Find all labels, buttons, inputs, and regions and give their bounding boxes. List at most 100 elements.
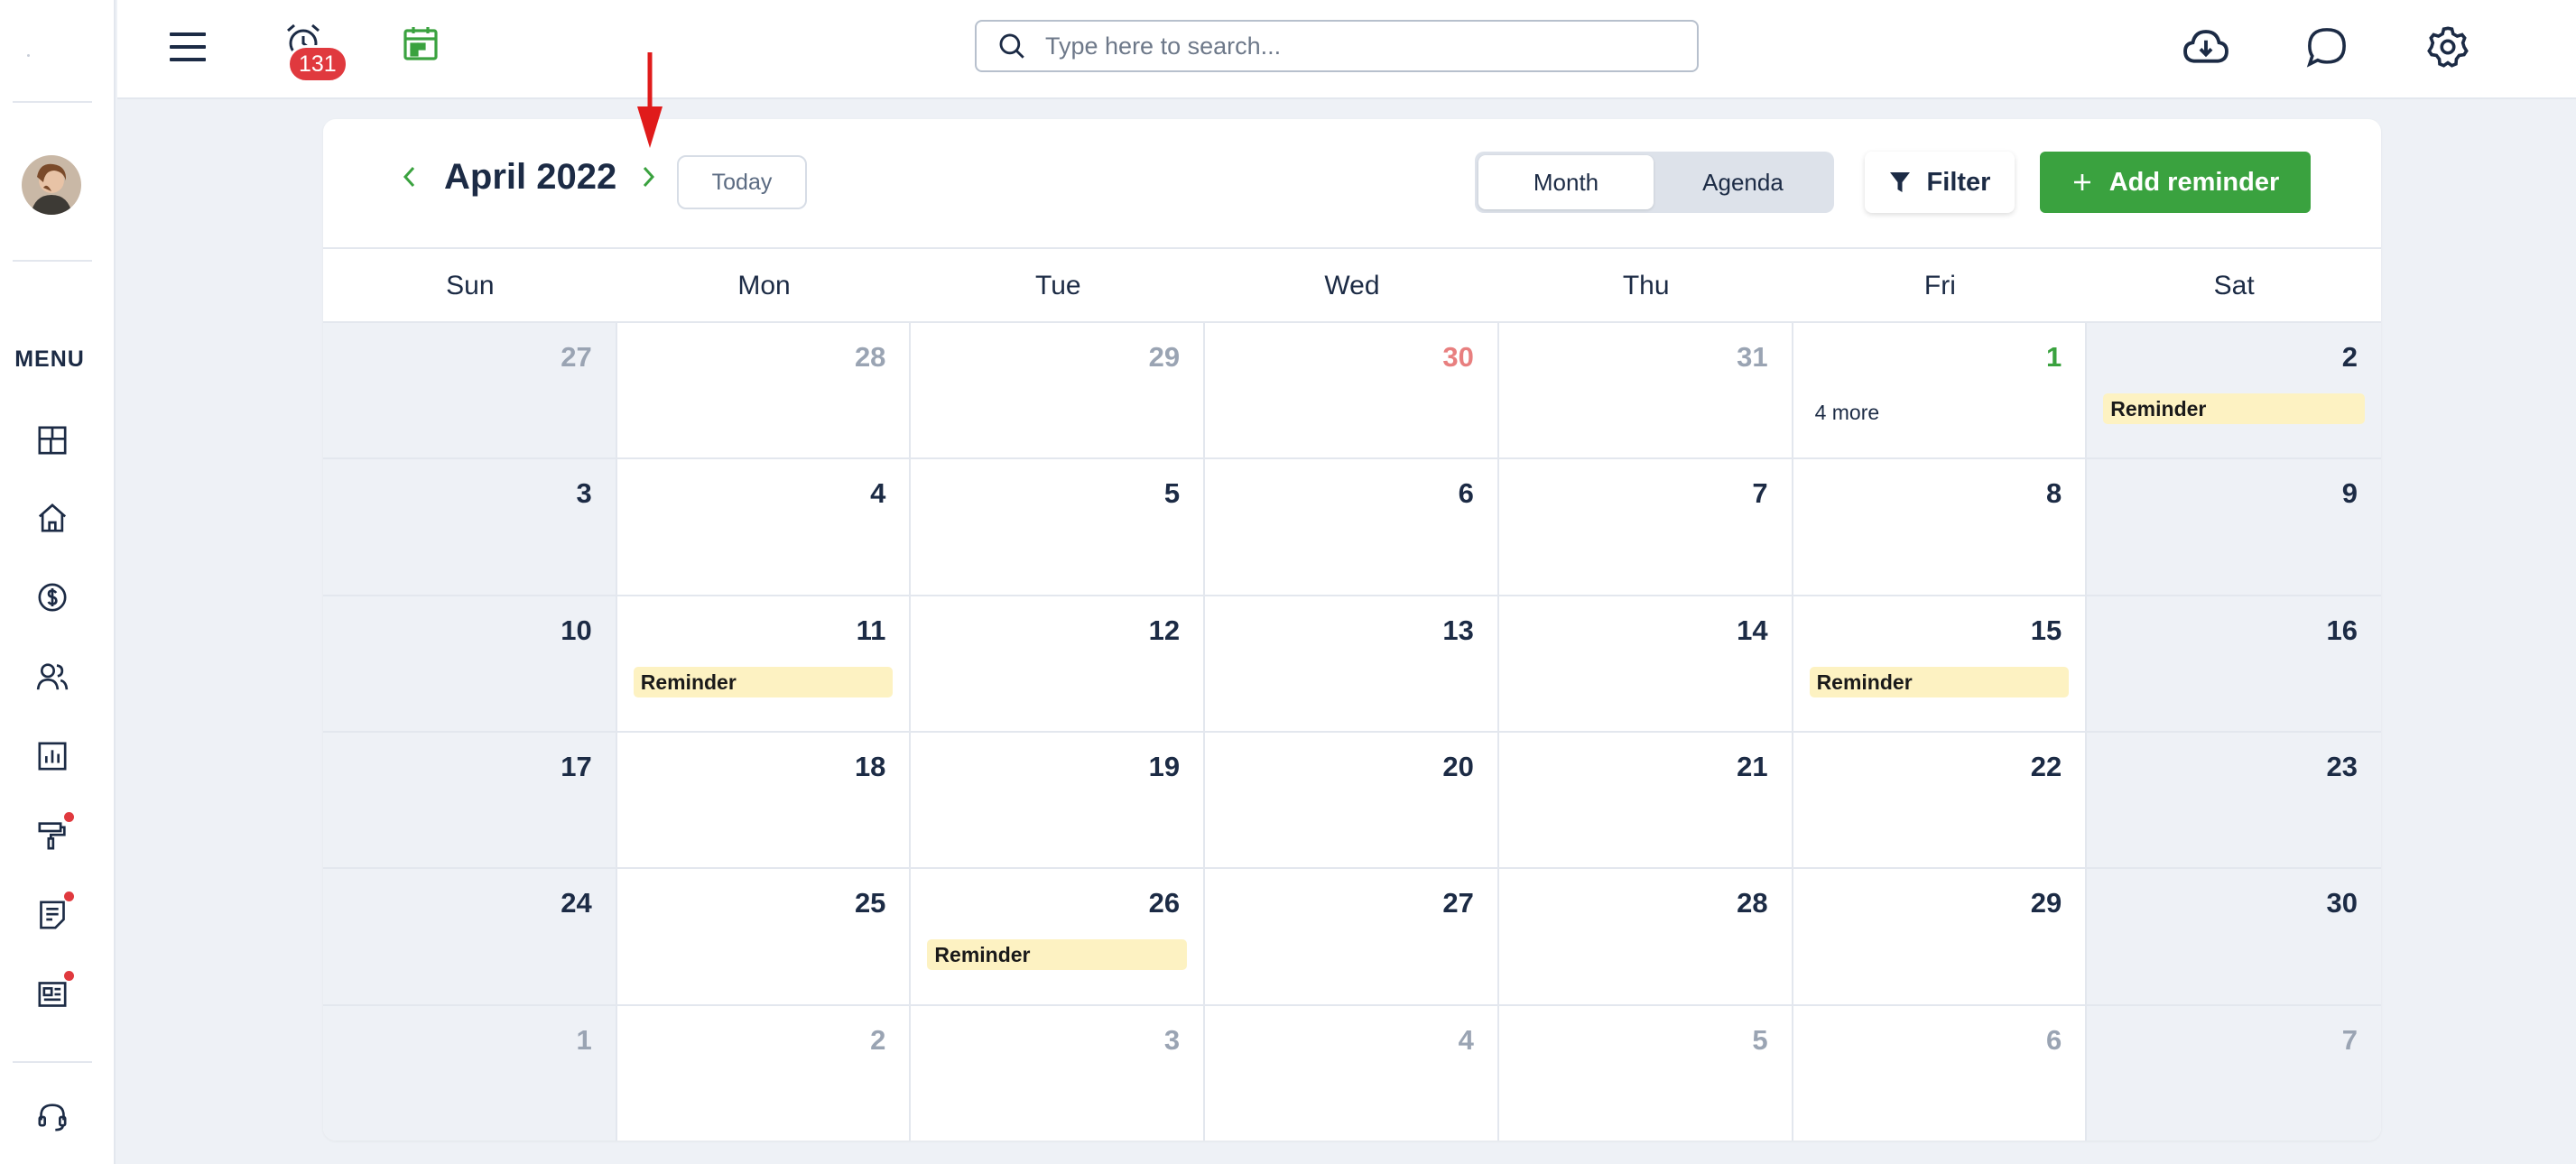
view-month-option[interactable]: Month [1478,155,1654,209]
day-number: 24 [561,887,592,919]
day-number: 9 [2341,477,2358,510]
reminder-event[interactable]: Reminder [1809,666,2070,697]
dollar-icon [38,583,67,612]
day-number: 6 [1458,477,1474,510]
weekday-label: Fri [1923,271,1956,300]
day-cell[interactable]: 11 Reminder [616,596,912,733]
calendar-header: April 2022 Today Month Agenda Filter Add… [323,119,2381,249]
day-number: 17 [561,750,592,782]
day-cell[interactable]: 6 [1793,1005,2088,1141]
weekday-label: Thu [1622,271,1670,300]
day-cell[interactable]: 24 [323,869,617,1006]
day-cell[interactable]: 12 [911,596,1206,733]
day-number: 14 [1737,614,1768,646]
day-cell[interactable]: 28 [1498,869,1793,1006]
day-cell[interactable]: 2 [616,1005,912,1141]
day-cell[interactable]: 13 [1205,596,1499,733]
day-cell[interactable]: 10 [323,596,617,733]
day-cell[interactable]: 29 [1793,869,2088,1006]
messages-button[interactable] [2300,20,2354,74]
sidebar-item-documents[interactable] [32,891,74,935]
day-cell[interactable]: 14 [1498,596,1793,733]
day-cell[interactable]: 2 Reminder [2087,323,2381,460]
sidebar-item-support[interactable] [32,1097,72,1137]
annotation-arrow [637,52,663,148]
day-cell[interactable]: 7 [2087,1005,2381,1141]
day-cell[interactable]: 9 [2087,459,2381,596]
cloud-download-icon [2183,30,2229,63]
day-cell[interactable]: 23 [2087,732,2381,870]
sidebar-item-home[interactable] [32,498,72,538]
day-cell[interactable]: 5 [911,459,1206,596]
day-cell[interactable]: 25 [616,869,912,1006]
sidebar-item-dashboard[interactable] [32,420,72,460]
day-cell[interactable]: 8 [1793,459,2088,596]
filter-button[interactable]: Filter [1865,152,2015,213]
reminder-event[interactable]: Reminder [2103,393,2365,424]
day-cell[interactable]: 21 [1498,732,1793,870]
day-cell[interactable]: 16 [2087,596,2381,733]
calendar-panel: April 2022 Today Month Agenda Filter Add… [323,119,2381,1141]
day-cell[interactable]: 4 [1205,1005,1499,1141]
day-cell[interactable]: 28 [616,323,912,460]
download-button[interactable] [2179,20,2233,74]
day-cell[interactable]: 29 [911,323,1206,460]
settings-button[interactable] [2421,20,2475,74]
day-cell[interactable]: 31 [1498,323,1793,460]
day-cell[interactable]: 27 [323,323,617,460]
day-cell[interactable]: 6 [1205,459,1499,596]
day-cell[interactable]: 3 [323,459,617,596]
view-agenda-option[interactable]: Agenda [1655,155,1830,209]
avatar[interactable] [22,155,81,215]
sidebar-divider [13,1061,92,1063]
add-reminder-label: Add reminder [2108,167,2280,197]
logo-mark [27,54,30,57]
add-reminder-button[interactable]: Add reminder [2040,152,2311,213]
day-cell[interactable]: 27 [1205,869,1499,1006]
day-number: 22 [2030,750,2062,782]
dashboard-icon [38,426,67,455]
day-number: 16 [2326,614,2358,646]
sidebar-item-clients[interactable] [32,657,72,697]
day-cell[interactable]: 22 [1793,732,2088,870]
today-button[interactable]: Today [677,155,807,209]
day-number: 29 [2030,887,2062,919]
day-number: 23 [2326,750,2358,782]
day-cell[interactable]: 1 4 more [1793,323,2088,460]
day-cell[interactable]: 18 [616,732,912,870]
reminder-event[interactable]: Reminder [927,939,1188,971]
previous-month-button[interactable] [392,159,428,195]
day-cell[interactable]: 26 Reminder [911,869,1206,1006]
sidebar-item-reports[interactable] [32,736,72,776]
day-cell[interactable]: 4 [616,459,912,596]
sidebar-item-news[interactable] [32,971,74,1014]
day-cell[interactable]: 5 [1498,1005,1793,1141]
search-box[interactable] [975,20,1699,72]
day-number: 18 [854,750,886,782]
more-events-link[interactable]: 4 more [1815,401,1880,425]
day-number: 20 [1442,750,1474,782]
day-number: 7 [2341,1023,2358,1056]
day-cell[interactable]: 17 [323,732,617,870]
day-cell[interactable]: 30 [1205,323,1499,460]
calendar-button[interactable] [397,20,444,67]
day-cell[interactable]: 15 Reminder [1793,596,2088,733]
search-input[interactable] [1045,32,1659,60]
day-cell[interactable]: 1 [323,1005,617,1141]
day-number: 15 [2030,614,2062,646]
weekday-header-row: Sun Mon Tue Wed Thu Fri Sat [323,251,2381,323]
day-cell[interactable]: 20 [1205,732,1499,870]
day-cell[interactable]: 3 [911,1005,1206,1141]
next-month-button[interactable] [630,159,666,195]
reminder-event[interactable]: Reminder [633,666,894,697]
sidebar-divider [13,260,92,262]
day-cell[interactable]: 19 [911,732,1206,870]
notification-dot [64,891,74,901]
sidebar-item-billing[interactable] [32,577,72,617]
day-cell[interactable]: 7 [1498,459,1793,596]
day-number: 27 [561,341,592,373]
sidebar-item-tools[interactable] [32,812,74,855]
hamburger-menu-button[interactable] [162,23,213,70]
day-cell[interactable]: 30 [2087,869,2381,1006]
day-number: 1 [576,1023,592,1056]
